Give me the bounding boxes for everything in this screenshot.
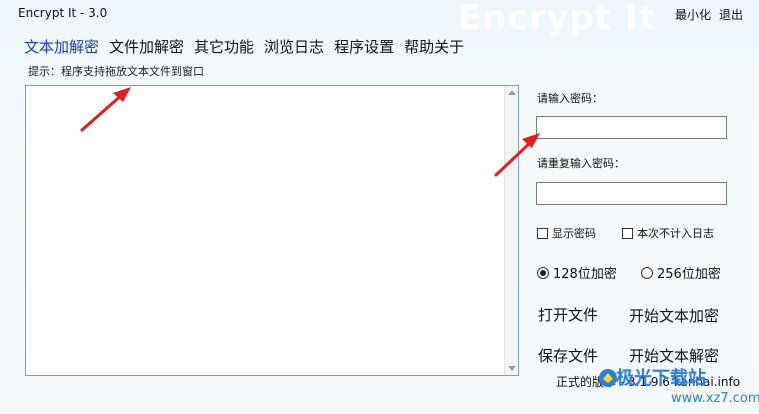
decrypt-text-button[interactable]: 开始文本解密 (629, 345, 719, 366)
password-input[interactable] (536, 116, 727, 139)
app-watermark: Encrypt It (458, 0, 656, 38)
encrypt-text-button[interactable]: 开始文本加密 (629, 305, 719, 326)
no-log-label: 本次不计入日志 (637, 227, 714, 240)
open-file-button[interactable]: 打开文件 (538, 304, 598, 325)
scroll-up-icon[interactable] (508, 90, 516, 95)
repeat-password-input[interactable] (536, 182, 727, 205)
tab-browse-log[interactable]: 浏览日志 (264, 36, 324, 57)
radio-128bit[interactable]: 128位加密 (537, 263, 617, 282)
tab-settings[interactable]: 程序设置 (334, 36, 394, 57)
minimize-button[interactable]: 最小化 (675, 6, 711, 23)
show-password-checkbox[interactable]: 显示密码 (537, 225, 596, 241)
exit-button[interactable]: 退出 (719, 6, 743, 23)
tab-file-crypto[interactable]: 文件加解密 (109, 36, 184, 57)
radio-unselected-icon[interactable] (641, 266, 653, 279)
window-title: Encrypt It - 3.0 (18, 6, 108, 20)
show-password-label: 显示密码 (552, 227, 596, 240)
tab-help-about[interactable]: 帮助关于 (404, 36, 464, 57)
repeat-password-label: 请重复输入密码： (537, 157, 625, 170)
scroll-down-icon[interactable] (508, 366, 516, 371)
radio-128bit-label: 128位加密 (553, 267, 617, 282)
text-area-scrollbar[interactable] (504, 86, 518, 375)
tab-text-crypto[interactable]: 文本加解密 (24, 36, 99, 57)
checkbox-box[interactable] (537, 227, 548, 239)
window-controls: 最小化 退出 (675, 6, 743, 23)
radio-256bit-label: 256位加密 (657, 267, 721, 282)
tab-bar: 文本加解密 文件加解密 其它功能 浏览日志 程序设置 帮助关于 (24, 36, 464, 57)
no-log-checkbox[interactable]: 本次不计入日志 (622, 225, 714, 241)
text-area[interactable] (25, 85, 519, 376)
site-logo-icon (599, 369, 617, 387)
radio-selected-icon[interactable] (537, 266, 549, 279)
save-file-button[interactable]: 保存文件 (538, 345, 598, 366)
radio-256bit[interactable]: 256位加密 (641, 263, 721, 282)
checkbox-box[interactable] (622, 227, 633, 239)
tab-other-functions[interactable]: 其它功能 (194, 36, 254, 57)
site-watermark-name: 极光下载站 (616, 368, 706, 389)
site-watermark-url: www.xz7.com (671, 391, 759, 406)
drag-drop-hint: 提示：程序支持拖放文本文件到窗口 (28, 65, 204, 78)
password-label: 请输入密码： (537, 92, 603, 105)
